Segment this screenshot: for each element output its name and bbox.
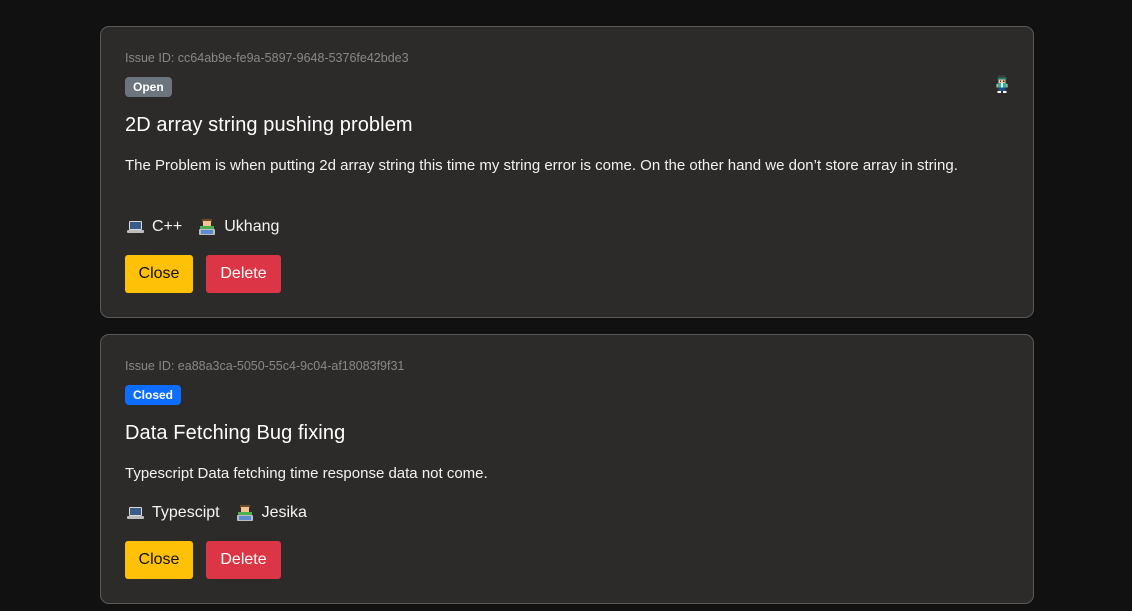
issue-meta: Typescipt Jesika [127, 503, 307, 523]
issue-id: Issue ID: cc64ab9e-fe9a-5897-9648-5376fe… [125, 51, 409, 65]
issue-meta: C++ Ukhang [127, 217, 279, 237]
delete-button[interactable]: Delete [206, 255, 281, 293]
issue-id: Issue ID: ea88a3ca-5050-55c4-9c04-af1808… [125, 359, 405, 373]
technologist-icon [236, 505, 253, 521]
laptop-icon [127, 221, 144, 233]
issue-card: Issue ID: cc64ab9e-fe9a-5897-9648-5376fe… [100, 26, 1034, 318]
laptop-icon [127, 507, 144, 519]
issue-author: Jesika [261, 504, 307, 521]
issue-title: Data Fetching Bug fixing [125, 422, 346, 444]
issue-language: C++ [152, 218, 183, 235]
issue-language: Typescipt [152, 504, 220, 521]
close-button[interactable]: Close [125, 541, 193, 579]
issue-card: Issue ID: ea88a3ca-5050-55c4-9c04-af1808… [100, 334, 1034, 604]
issue-author: Ukhang [224, 218, 280, 235]
pixel-avatar-icon [996, 75, 1008, 93]
status-badge: Closed [125, 385, 182, 405]
issue-title: 2D array string pushing problem [125, 114, 413, 136]
status-badge: Open [125, 77, 172, 97]
technologist-icon [199, 219, 216, 235]
issue-description: Typescript Data fetching time response d… [125, 465, 488, 482]
issue-description: The Problem is when putting 2d array str… [125, 157, 958, 174]
issue-list: Issue ID: cc64ab9e-fe9a-5897-9648-5376fe… [0, 0, 1132, 611]
close-button[interactable]: Close [125, 255, 193, 293]
delete-button[interactable]: Delete [206, 541, 281, 579]
